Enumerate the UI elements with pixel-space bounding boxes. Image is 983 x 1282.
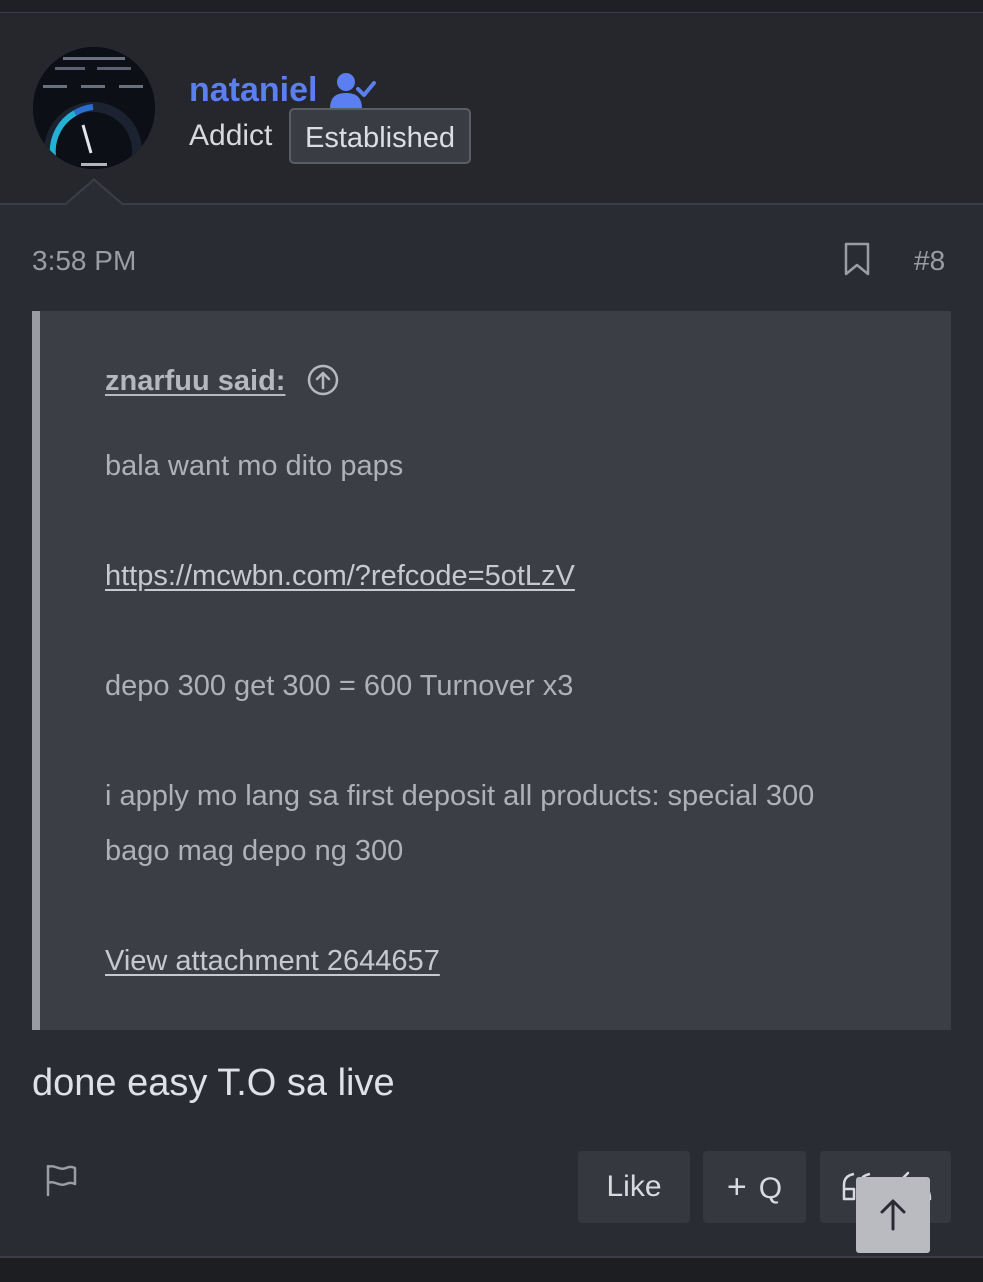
multiquote-label: Q [758, 1172, 783, 1205]
quote-text-line: bago mag depo ng 300 [105, 835, 404, 867]
user-badge: Established [289, 108, 471, 164]
quote-text-line: i apply mo lang sa first deposit all pro… [105, 780, 815, 812]
speedtest-avatar-image [33, 47, 155, 169]
bottom-bar [0, 1256, 983, 1282]
quote-attribution[interactable]: znarfuu said: [105, 365, 285, 398]
view-attachment-link[interactable]: View attachment 2644657 [105, 945, 440, 978]
arrow-up-icon [880, 1199, 906, 1231]
scroll-to-top-button[interactable] [856, 1177, 930, 1253]
top-bar [0, 0, 983, 13]
bookmark-icon[interactable] [843, 242, 871, 276]
quote-text-line: depo 300 get 300 = 600 Turnover x3 [105, 670, 574, 702]
quote-text-line: bala want mo dito paps [105, 450, 404, 482]
post-number[interactable]: #8 [914, 245, 945, 277]
post-timestamp[interactable]: 3:58 PM [32, 245, 136, 277]
like-button[interactable]: Like [578, 1151, 690, 1223]
multiquote-button[interactable]: + Q [703, 1151, 806, 1223]
quote-link[interactable]: https://mcwbn.com/?refcode=5otLzV [105, 560, 575, 593]
like-label: Like [606, 1170, 662, 1203]
arrow-up-circle-icon[interactable] [306, 363, 340, 397]
quote-block: znarfuu said: bala want mo dito paps htt… [32, 311, 951, 1030]
user-check-icon [330, 73, 376, 109]
user-title: Addict [189, 119, 273, 152]
post-body: done easy T.O sa live [32, 1062, 395, 1104]
avatar[interactable] [33, 47, 155, 169]
plus-icon: + [726, 1168, 747, 1206]
user-header-pointer-fill [66, 181, 122, 205]
username-link[interactable]: nataniel [189, 71, 317, 110]
report-flag-icon[interactable] [44, 1163, 78, 1197]
user-header: nataniel [0, 13, 983, 205]
